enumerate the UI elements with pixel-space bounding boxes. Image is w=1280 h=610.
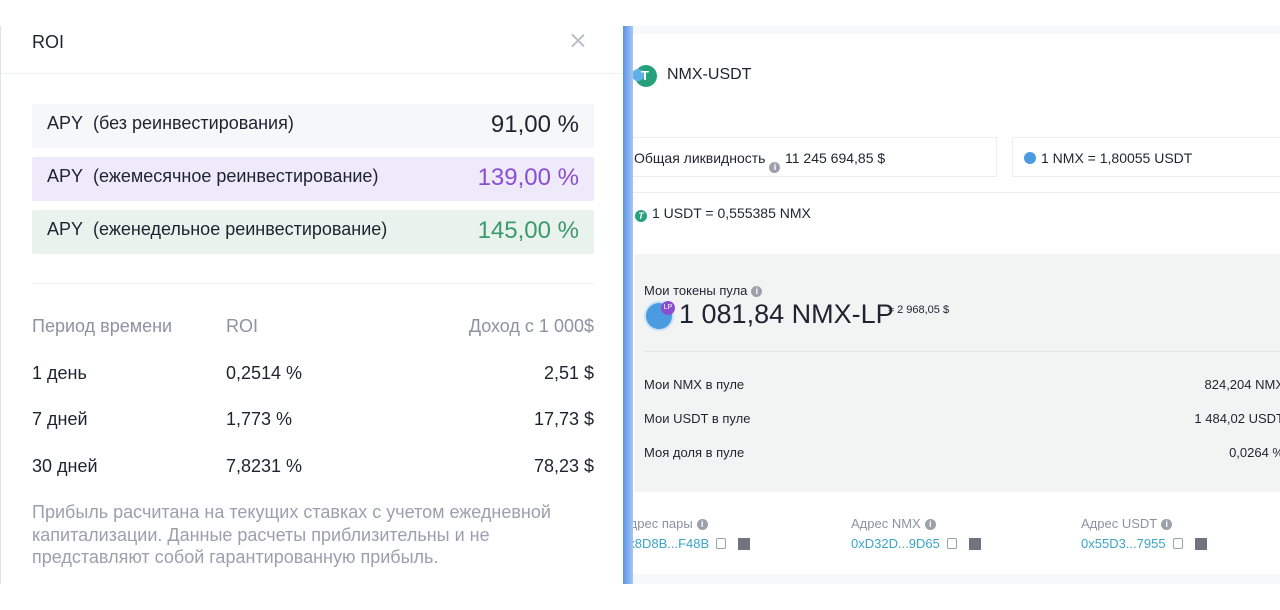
pair-name: NMX-USDT (667, 66, 752, 83)
roi-cell: 7,8231 % (226, 455, 303, 476)
lp-amount: 1 081,84 NMX-LP (679, 299, 894, 329)
divider (644, 351, 1280, 352)
divider (32, 283, 594, 284)
item-value: 824,204 NMX (1204, 377, 1280, 392)
roi-cell: 0,2514 % (226, 362, 303, 383)
disclaimer-note: Прибыль расчитана на текущих ставках с у… (32, 502, 551, 567)
apy-label: APY (47, 166, 84, 186)
apy-desc: (без реинвестирования) (93, 113, 294, 133)
liquidity-box: Общая ликвидность i 11 245 694,85 $ (633, 137, 997, 177)
usdt-address: Адрес USDT i 0x55D3...7955 (1081, 516, 1207, 551)
copy-icon[interactable] (1172, 538, 1183, 549)
pair-address: Адрес парыi 0x8D8B...F48B (633, 516, 751, 551)
info-icon[interactable]: i (1161, 519, 1173, 530)
address-value: 0xD32D...9D65 (851, 536, 981, 551)
item-label: Мои NMX в пуле (644, 377, 745, 392)
roi-cell: 1,773 % (226, 409, 293, 429)
apy-desc: (ежемесячное реинвестирование) (93, 166, 379, 186)
info-icon[interactable]: i (696, 519, 708, 530)
apy-value: 91,00 % (490, 111, 579, 138)
address-label: Адрес парыi (633, 516, 708, 531)
roi-table: Период времени ROI Доход с 1 000$ 1 день… (32, 316, 594, 502)
table-row: 1 день 0,2514 % 2,51 $ (32, 363, 594, 410)
address-link[interactable]: 0xD32D...9D65 (851, 536, 940, 551)
apy-label: APY (47, 219, 84, 239)
apy-row-weekly: APY (еженедельное реинвестирование) 145,0… (32, 210, 594, 254)
info-icon[interactable]: i (924, 519, 936, 530)
rate-usdt: T1 USDT = 0,555385 NMX (635, 205, 811, 222)
roi-modal: ROI APY (без реинвестирования) 91,00 % AP… (0, 26, 624, 584)
address-link[interactable]: 0x55D3...7955 (1081, 536, 1166, 551)
info-icon[interactable]: i (769, 162, 781, 173)
qr-code-icon[interactable] (1194, 538, 1207, 550)
pair-icon (633, 65, 657, 87)
modal-title: ROI (32, 32, 65, 52)
income-cell: 78,23 $ (533, 455, 594, 476)
tokens-label: Мои токены пула i (644, 283, 763, 298)
apy-row-no-reinvest: APY (без реинвестирования) 91,00 % (32, 104, 594, 148)
lp-approx-value: ≈ 2 968,05 $ (888, 304, 950, 316)
table-row: 7 дней 1,773 % 17,73 $ (32, 409, 594, 456)
nmx-address: Адрес NMX i 0xD32D...9D65 (851, 516, 981, 551)
header-period: Период времени (32, 316, 173, 336)
table-header: Период времени ROI Доход с 1 000$ (32, 316, 594, 363)
address-value: 0x8D8B...F48B (633, 536, 751, 551)
apy-value: 139,00 % (477, 164, 579, 191)
header-roi: ROI (226, 316, 259, 336)
usdt-coin-icon: T (635, 210, 647, 222)
close-icon[interactable] (567, 30, 589, 52)
period-cell: 30 дней (32, 455, 98, 476)
copy-icon[interactable] (946, 538, 957, 549)
apy-label: APY (47, 113, 84, 133)
rate-nmx-box: 1 NMX = 1,80055 USDT (1012, 137, 1280, 177)
pool-panel: NMX-USDT Общая ликвидностьi 11 245 694,8… (633, 26, 1280, 584)
header-income: Доход с 1 000$ (468, 316, 594, 336)
address-link[interactable]: 0x8D8B...F48B (633, 536, 709, 551)
copy-icon[interactable] (716, 538, 727, 549)
rate-nmx: 1 NMX = 1,80055 USDT (1024, 150, 1192, 166)
item-value: 1 484,02 USDT (1194, 411, 1280, 426)
item-label: Мои USDT в пуле (644, 411, 751, 426)
qr-code-icon[interactable] (738, 538, 751, 550)
qr-code-icon[interactable] (968, 538, 981, 550)
nmx-coin-icon (1024, 152, 1036, 164)
apy-value: 145,00 % (477, 217, 579, 244)
pool-content: NMX-USDT Общая ликвидностьi 11 245 694,8… (633, 34, 1280, 574)
liquidity-label: Общая ликвидность i (634, 150, 781, 173)
address-label: Адрес NMX i (851, 516, 936, 531)
my-pool-card: Мои токены пулаi 1 081,84 NMX-LP ≈ 2 968… (635, 254, 1280, 492)
lp-token-icon (644, 301, 675, 331)
scrollbar[interactable] (623, 26, 633, 584)
period-cell: 7 дней (32, 409, 88, 429)
table-row: 30 дней 7,8231 % 78,23 $ (32, 456, 594, 503)
modal-header: ROI (1, 26, 624, 74)
rate-usdt-box: T1 USDT = 0,555385 NMX (633, 192, 1280, 232)
period-cell: 1 день (32, 362, 87, 383)
item-label: Моя доля в пуле (644, 445, 745, 460)
address-value: 0x55D3...7955 (1081, 536, 1207, 551)
item-value: 0,0264 % (1229, 445, 1280, 460)
income-cell: 2,51 $ (543, 362, 594, 383)
liquidity-value: 11 245 694,85 $ (785, 150, 886, 166)
income-cell: 17,73 $ (533, 409, 594, 429)
apy-desc: (еженедельное реинвестирование) (93, 219, 388, 239)
info-icon[interactable]: i (751, 286, 763, 297)
apy-row-monthly: APY (ежемесячное реинвестирование) 139,00… (32, 157, 594, 201)
address-label: Адрес USDT i (1081, 516, 1173, 531)
